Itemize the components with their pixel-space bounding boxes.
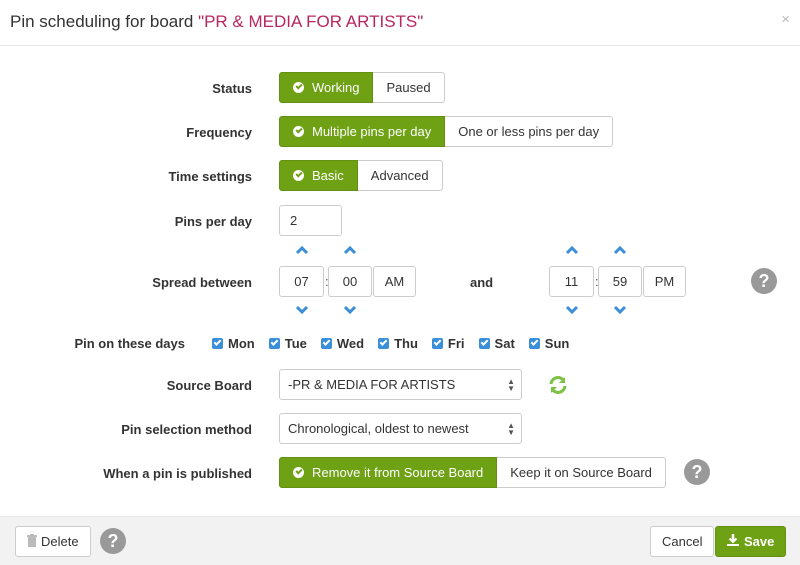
frequency-one-or-less-button[interactable]: One or less pins per day: [445, 116, 614, 147]
board-name: "PR & MEDIA FOR ARTISTS": [198, 12, 424, 31]
keep-on-source-label: Keep it on Source Board: [510, 465, 652, 480]
start-minute-down-arrow-icon[interactable]: [343, 305, 357, 315]
status-working-label: Working: [312, 80, 360, 95]
checkbox-checked-icon: [528, 338, 540, 349]
start-hour-down-arrow-icon[interactable]: [295, 305, 309, 315]
check-circle-icon: [293, 126, 304, 137]
end-ampm-toggle[interactable]: PM: [643, 266, 686, 297]
status-toggle: Working Paused: [279, 72, 445, 103]
day-checkbox-tue[interactable]: Tue: [268, 336, 307, 351]
status-paused-label: Paused: [386, 80, 431, 95]
status-label: Status: [212, 81, 252, 96]
frequency-toggle: Multiple pins per day One or less pins p…: [279, 116, 614, 147]
start-ampm-toggle[interactable]: AM: [373, 266, 416, 297]
end-minute-input[interactable]: 59: [598, 266, 642, 297]
end-minute-up-arrow-icon[interactable]: [613, 245, 627, 255]
remove-from-source-button[interactable]: Remove it from Source Board: [279, 457, 498, 488]
checkbox-checked-icon: [431, 338, 443, 349]
start-hour-input[interactable]: 07: [279, 266, 324, 297]
help-icon[interactable]: ?: [100, 528, 126, 554]
time-settings-advanced-button[interactable]: Advanced: [357, 160, 443, 191]
days-checkbox-group: Mon Tue Wed Thu Fri Sat Sun: [212, 336, 583, 351]
dialog-footer: Delete ? Cancel Save: [0, 516, 800, 565]
pins-per-day-label: Pins per day: [174, 214, 252, 229]
check-circle-icon: [293, 170, 304, 181]
trash-icon: [27, 533, 37, 550]
pins-per-day-input[interactable]: 2: [279, 205, 342, 236]
status-working-button[interactable]: Working: [279, 72, 374, 103]
day-label: Thu: [394, 336, 418, 351]
end-minute-down-arrow-icon[interactable]: [613, 305, 627, 315]
day-checkbox-mon[interactable]: Mon: [212, 336, 255, 351]
title-prefix: Pin scheduling for board: [10, 12, 199, 31]
frequency-multiple-button[interactable]: Multiple pins per day: [279, 116, 446, 147]
check-circle-icon: [293, 82, 304, 93]
start-hour-up-arrow-icon[interactable]: [295, 245, 309, 255]
checkbox-checked-icon: [268, 338, 280, 349]
end-hour-down-arrow-icon[interactable]: [565, 305, 579, 315]
keep-on-source-button[interactable]: Keep it on Source Board: [497, 457, 666, 488]
select-caret-icon: ▲ ▼: [507, 377, 515, 393]
day-label: Wed: [336, 336, 365, 351]
when-published-toggle: Remove it from Source Board Keep it on S…: [279, 457, 666, 488]
selection-method-select[interactable]: Chronological, oldest to newest ▲ ▼: [279, 413, 522, 444]
source-board-select[interactable]: -PR & MEDIA FOR ARTISTS ▲ ▼: [279, 369, 522, 400]
check-circle-icon: [293, 467, 304, 478]
checkbox-checked-icon: [212, 338, 223, 349]
days-label: Pin on these days: [74, 336, 185, 351]
and-label: and: [470, 275, 494, 290]
day-label: Mon: [228, 336, 255, 351]
cancel-button[interactable]: Cancel: [650, 526, 715, 557]
save-button[interactable]: Save: [715, 526, 787, 557]
time-settings-basic-button[interactable]: Basic: [279, 160, 358, 191]
source-board-value: -PR & MEDIA FOR ARTISTS: [288, 377, 456, 392]
spread-between-label: Spread between: [152, 275, 252, 290]
day-checkbox-thu[interactable]: Thu: [378, 336, 418, 351]
when-published-label: When a pin is published: [103, 466, 252, 481]
source-board-label: Source Board: [166, 378, 252, 393]
day-label: Fri: [447, 336, 465, 351]
time-settings-advanced-label: Advanced: [370, 168, 429, 183]
day-checkbox-sun[interactable]: Sun: [528, 336, 570, 351]
frequency-multiple-label: Multiple pins per day: [312, 124, 432, 139]
end-hour-input[interactable]: 11: [549, 266, 594, 297]
refresh-icon[interactable]: [547, 374, 569, 399]
close-icon[interactable]: ×: [781, 11, 790, 28]
delete-button[interactable]: Delete: [15, 526, 91, 557]
checkbox-checked-icon: [320, 338, 332, 349]
remove-from-source-label: Remove it from Source Board: [312, 465, 484, 480]
time-settings-label: Time settings: [168, 169, 252, 184]
save-label: Save: [744, 534, 775, 549]
checkbox-checked-icon: [478, 338, 490, 349]
day-label: Tue: [284, 336, 307, 351]
frequency-one-or-less-label: One or less pins per day: [458, 124, 600, 139]
download-icon: [727, 534, 739, 549]
time-settings-toggle: Basic Advanced: [279, 160, 443, 191]
start-minute-input[interactable]: 00: [328, 266, 372, 297]
day-label: Sat: [494, 336, 515, 351]
selection-method-value: Chronological, oldest to newest: [288, 421, 469, 436]
start-minute-up-arrow-icon[interactable]: [343, 245, 357, 255]
select-caret-icon: ▲ ▼: [507, 421, 515, 437]
help-icon[interactable]: ?: [751, 268, 777, 294]
checkbox-checked-icon: [378, 338, 390, 349]
time-settings-basic-label: Basic: [312, 168, 344, 183]
dialog-title: Pin scheduling for board "PR & MEDIA FOR…: [10, 12, 423, 32]
status-paused-button[interactable]: Paused: [373, 72, 445, 103]
day-checkbox-sat[interactable]: Sat: [478, 336, 515, 351]
selection-method-label: Pin selection method: [121, 422, 252, 437]
help-icon[interactable]: ?: [684, 459, 710, 485]
frequency-label: Frequency: [186, 125, 252, 140]
day-label: Sun: [544, 336, 570, 351]
dialog-header: Pin scheduling for board "PR & MEDIA FOR…: [0, 0, 800, 46]
end-hour-up-arrow-icon[interactable]: [565, 245, 579, 255]
delete-label: Delete: [41, 534, 79, 549]
day-checkbox-fri[interactable]: Fri: [431, 336, 465, 351]
day-checkbox-wed[interactable]: Wed: [320, 336, 365, 351]
